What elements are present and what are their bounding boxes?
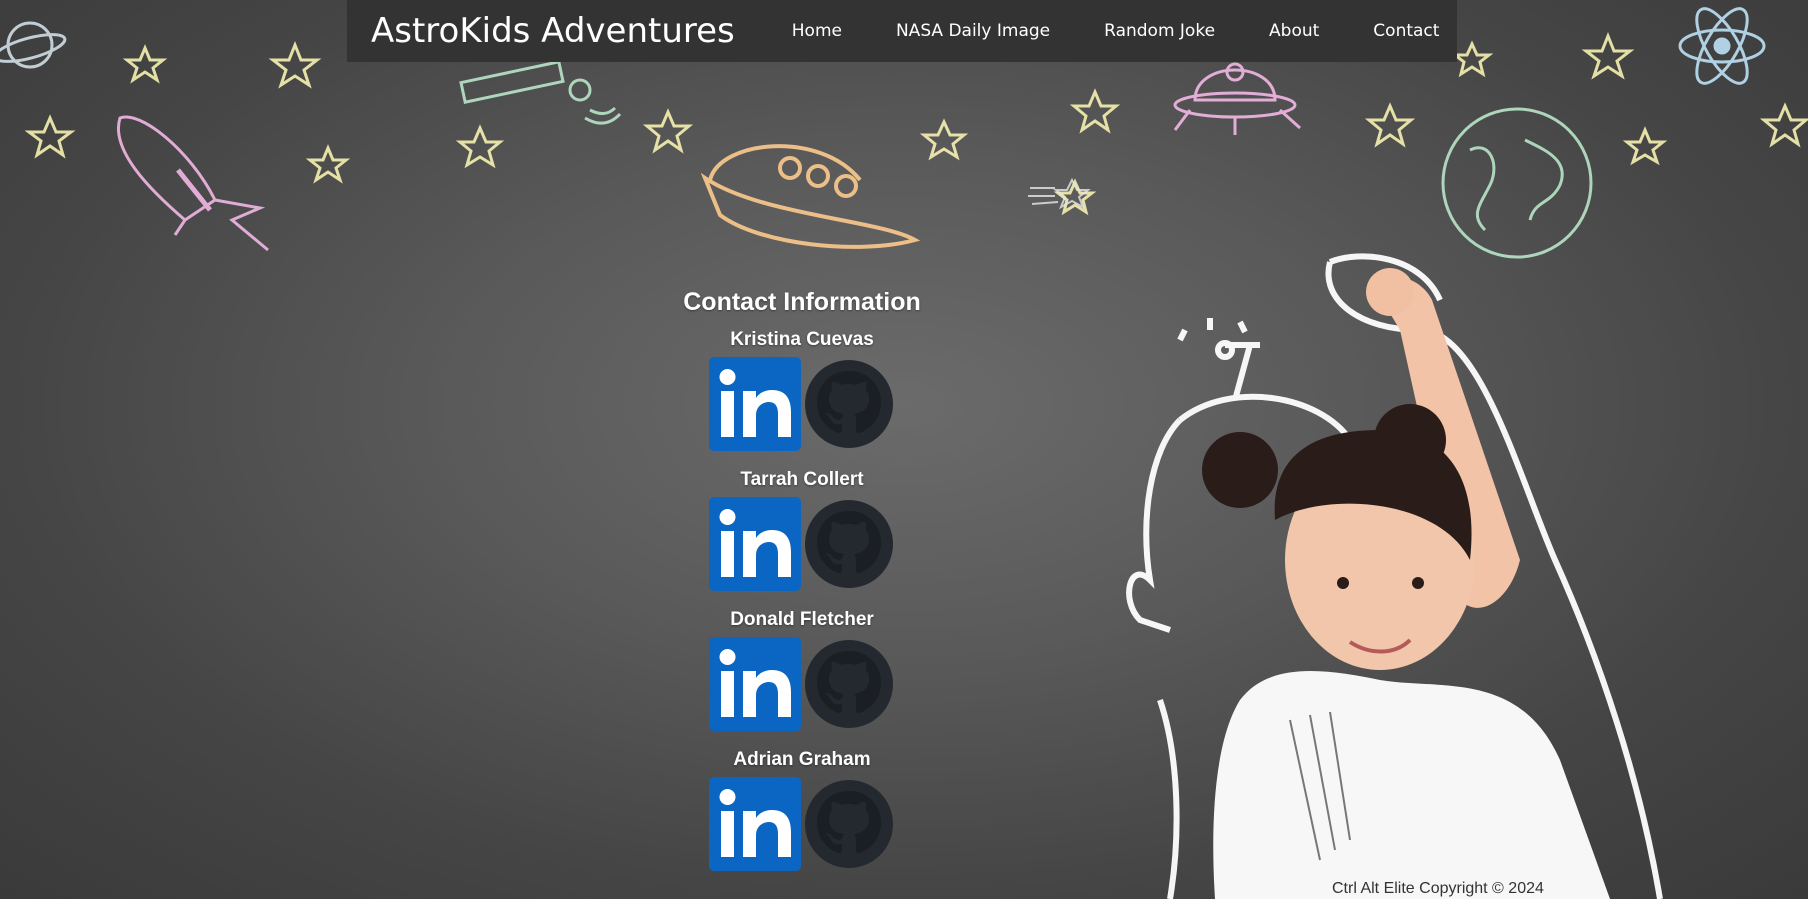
nav-link-home[interactable]: Home: [765, 21, 869, 41]
member-card: Donald Fletcher: [602, 609, 1002, 731]
atom-drawing: [1678, 7, 1766, 85]
member-name: Donald Fletcher: [730, 609, 874, 630]
stars-drawing: [24, 31, 1808, 216]
top-navbar: AstroKids Adventures Home NASA Daily Ima…: [347, 0, 1457, 62]
member-name: Adrian Graham: [733, 749, 871, 770]
member-name: Kristina Cuevas: [730, 329, 874, 350]
nav-link-random-joke[interactable]: Random Joke: [1077, 21, 1242, 41]
linkedin-link[interactable]: [709, 777, 801, 871]
copyright-footer: Ctrl Alt Elite Copyright © 2024: [1332, 880, 1544, 897]
github-link[interactable]: [803, 497, 895, 591]
member-name: Tarrah Collert: [740, 469, 864, 490]
github-icon: [805, 500, 893, 588]
linkedin-icon: [709, 777, 801, 871]
girl-photo: [1202, 268, 1610, 899]
member-social-links: [602, 637, 1002, 731]
github-link[interactable]: [803, 777, 895, 871]
contact-title: Contact Information: [683, 288, 921, 316]
shooting-star-drawing: [1028, 177, 1091, 210]
github-link[interactable]: [803, 637, 895, 731]
member-card: Kristina Cuevas: [602, 329, 1002, 451]
nav-link-nasa-daily-image[interactable]: NASA Daily Image: [869, 21, 1077, 41]
nav-links: Home NASA Daily Image Random Joke About …: [765, 21, 1467, 41]
linkedin-link[interactable]: [709, 357, 801, 451]
member-social-links: [602, 777, 1002, 871]
linkedin-icon: [709, 497, 801, 591]
linkedin-icon: [709, 357, 801, 451]
member-card: Adrian Graham: [602, 749, 1002, 871]
contact-section: Contact Information Kristina Cuevas Tarr…: [602, 288, 1002, 889]
brand-logo-link[interactable]: AstroKids Adventures: [371, 11, 735, 51]
member-social-links: [602, 497, 1002, 591]
rocket-drawing: [117, 115, 269, 252]
lander-drawing: [1173, 62, 1302, 135]
github-icon: [805, 780, 893, 868]
nav-link-contact[interactable]: Contact: [1346, 21, 1466, 41]
linkedin-icon: [709, 637, 801, 731]
linkedin-link[interactable]: [709, 497, 801, 591]
nav-link-about[interactable]: About: [1242, 21, 1346, 41]
member-card: Tarrah Collert: [602, 469, 1002, 591]
astronaut-suit-drawing: [1126, 253, 1663, 899]
ufo-drawing: [700, 144, 921, 249]
earth-drawing: [1441, 107, 1593, 259]
github-icon: [805, 360, 893, 448]
github-link[interactable]: [803, 357, 895, 451]
github-icon: [805, 640, 893, 728]
member-social-links: [602, 357, 1002, 451]
satellite-drawing: [459, 60, 622, 125]
linkedin-link[interactable]: [709, 637, 801, 731]
planet-drawing: [0, 21, 67, 69]
